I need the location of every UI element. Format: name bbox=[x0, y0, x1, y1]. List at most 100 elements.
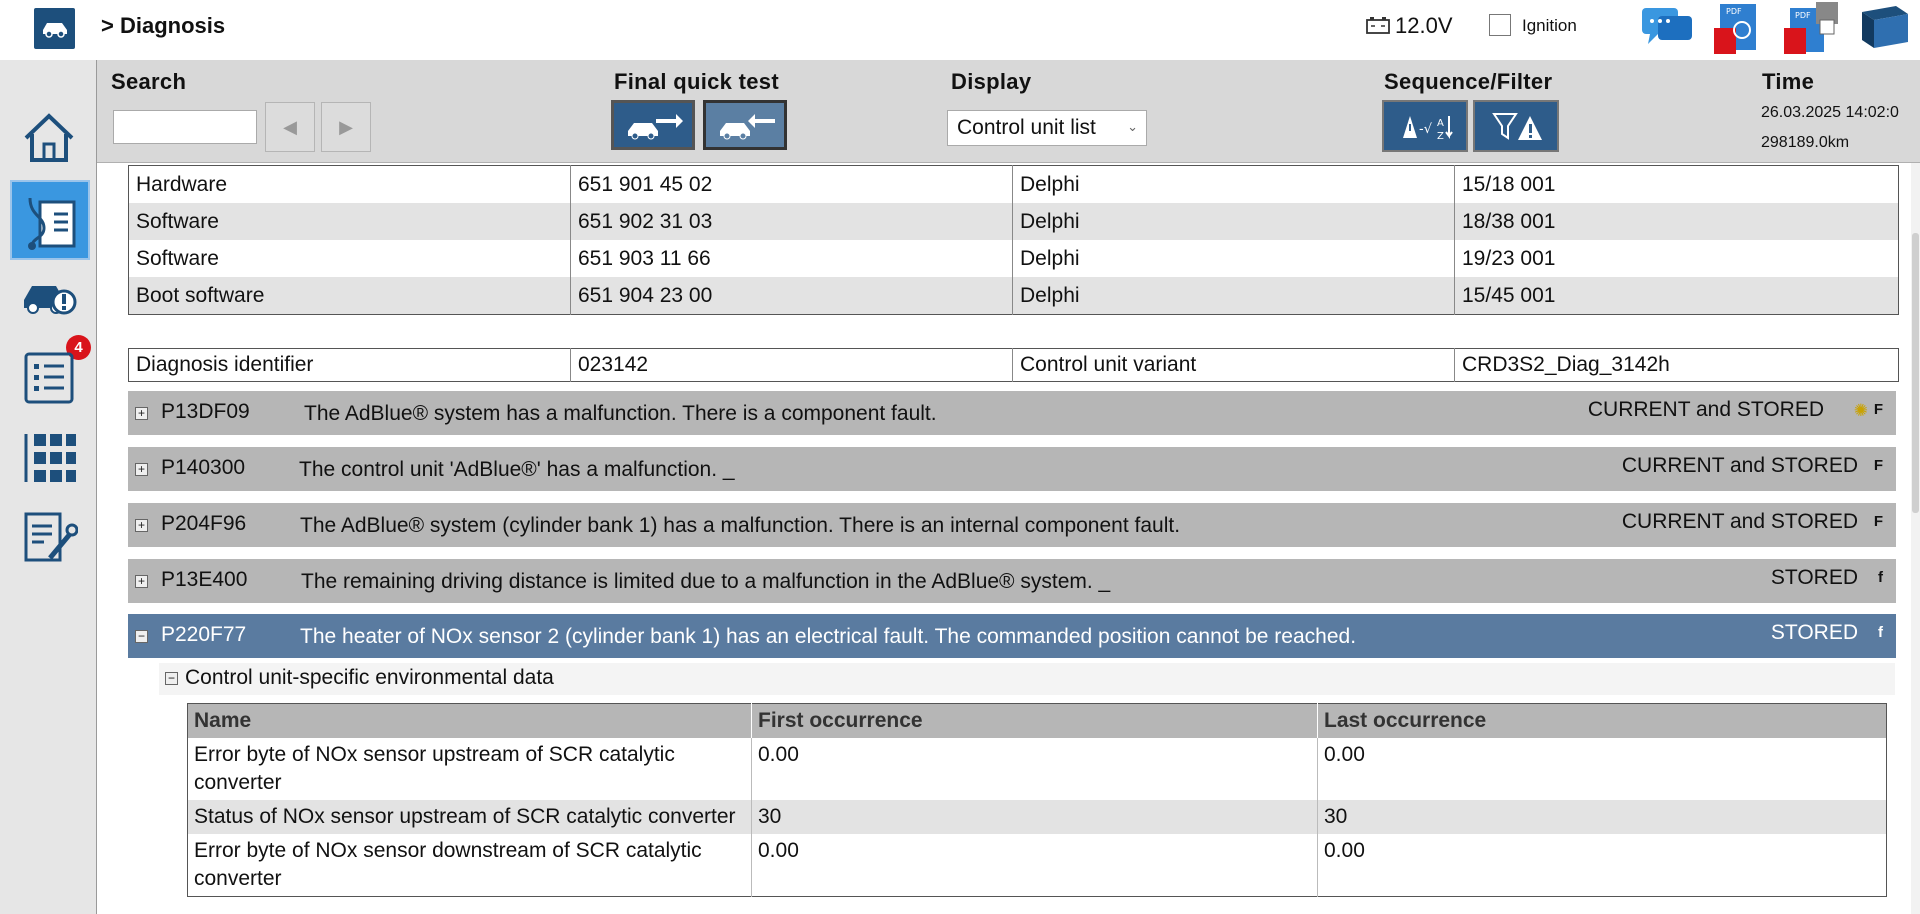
expand-icon[interactable]: + bbox=[135, 575, 148, 588]
table-row[interactable]: Hardware 651 901 45 02 Delphi 15/18 001 bbox=[129, 165, 1899, 203]
expand-icon[interactable]: + bbox=[135, 519, 148, 532]
fault-text: The AdBlue® system has a malfunction. Th… bbox=[304, 402, 937, 425]
table-row[interactable]: Status of NOx sensor upstream of SCR cat… bbox=[187, 800, 1887, 834]
supplier-cell: Delphi bbox=[1012, 277, 1455, 315]
table-row[interactable]: Error byte of NOx sensor upstream of SCR… bbox=[188, 738, 1887, 800]
sort-button[interactable]: -√ A Z bbox=[1382, 100, 1468, 152]
fault-row[interactable]: + P204F96 The AdBlue® system (cylinder b… bbox=[128, 503, 1896, 547]
fault-flag: F bbox=[1873, 457, 1883, 474]
diagnosis-identifier-label: Diagnosis identifier bbox=[136, 353, 314, 376]
number-cell: 651 901 45 02 bbox=[570, 165, 1013, 203]
fault-row[interactable]: + P13DF09 The AdBlue® system has a malfu… bbox=[128, 391, 1896, 435]
version-cell: 18/38 001 bbox=[1454, 203, 1899, 240]
sidebar-item-service[interactable] bbox=[10, 500, 90, 580]
fault-status: CURRENT and STORED bbox=[1621, 454, 1858, 477]
top-bar: > Diagnosis 12.0V Ignition PDF PDF bbox=[0, 0, 1920, 60]
control-unit-variant-value: CRD3S2_Diag_3142h bbox=[1454, 348, 1899, 382]
column-header-first-occurrence[interactable]: First occurrence bbox=[751, 703, 1318, 738]
pdf-print-icon[interactable]: PDF bbox=[1782, 2, 1840, 56]
ignition-label: Ignition bbox=[1522, 16, 1577, 35]
supplier-cell: Delphi bbox=[1012, 165, 1455, 203]
table-row[interactable]: Error byte of NOx sensor downstream of S… bbox=[188, 834, 1887, 897]
table-row[interactable]: Boot software 651 904 23 00 Delphi 15/45… bbox=[128, 277, 1899, 315]
fault-text: The remaining driving distance is limite… bbox=[301, 570, 1111, 593]
previous-button[interactable]: ◀ bbox=[265, 102, 315, 152]
expand-icon[interactable]: + bbox=[135, 463, 148, 476]
sidebar-item-control-units[interactable] bbox=[10, 420, 90, 500]
diagnosis-info-table: Diagnosis identifier 023142 Control unit… bbox=[128, 348, 1899, 382]
table-row[interactable]: Software 651 903 11 66 Delphi 19/23 001 bbox=[129, 240, 1899, 277]
sidebar-item-list[interactable] bbox=[10, 340, 90, 420]
name-cell: Error byte of NOx sensor upstream of SCR… bbox=[194, 743, 675, 794]
chat-icon[interactable] bbox=[1640, 2, 1696, 52]
fault-code: P13DF09 bbox=[161, 400, 250, 423]
battery-icon bbox=[1366, 17, 1390, 34]
version-cell: 15/45 001 bbox=[1454, 277, 1899, 315]
car-arrow-right-icon bbox=[628, 114, 683, 140]
time-label: Time bbox=[1762, 69, 1815, 94]
table-row[interactable]: Software 651 902 31 03 Delphi 18/38 001 bbox=[128, 203, 1899, 240]
pdf-history-icon[interactable]: PDF bbox=[1712, 2, 1764, 56]
number-cell: 651 903 11 66 bbox=[570, 240, 1013, 277]
environment-data-header[interactable]: − Control unit-specific environmental da… bbox=[159, 663, 1895, 695]
manual-book-icon[interactable] bbox=[1856, 2, 1912, 52]
type-cell: Boot software bbox=[128, 277, 571, 315]
fault-status: CURRENT and STORED bbox=[1587, 398, 1824, 421]
filter-button[interactable] bbox=[1473, 100, 1559, 152]
first-occurrence-cell: 30 bbox=[751, 800, 1318, 834]
name-cell: Error byte of NOx sensor downstream of S… bbox=[194, 839, 702, 890]
type-cell: Hardware bbox=[136, 172, 228, 196]
control-unit-variant-label: Control unit variant bbox=[1012, 348, 1455, 382]
car-arrow-left-icon bbox=[720, 114, 775, 140]
quick-test-receive-button[interactable] bbox=[703, 100, 787, 150]
filter-warning-icon bbox=[1492, 113, 1542, 140]
time-value: 26.03.2025 14:02:0 bbox=[1761, 104, 1899, 121]
toolbar: Search ◀ ▶ Final quick test Display Cont… bbox=[97, 60, 1920, 163]
chevron-down-icon: ⌄ bbox=[1127, 119, 1138, 134]
display-select[interactable]: Control unit list ⌄ bbox=[947, 110, 1147, 146]
collapse-icon[interactable]: − bbox=[135, 630, 148, 643]
table-header-row: Name First occurrence Last occurrence bbox=[187, 703, 1887, 738]
last-occurrence-cell: 0.00 bbox=[1317, 738, 1887, 800]
column-header-last-occurrence[interactable]: Last occurrence bbox=[1317, 703, 1887, 738]
next-button[interactable]: ▶ bbox=[321, 102, 371, 152]
number-cell: 651 902 31 03 bbox=[570, 203, 1013, 240]
expand-icon[interactable]: + bbox=[135, 407, 148, 420]
quick-test-send-button[interactable] bbox=[611, 100, 695, 150]
svg-text:PDF: PDF bbox=[1795, 11, 1811, 20]
scrollbar-thumb[interactable] bbox=[1912, 233, 1919, 513]
vertical-scrollbar[interactable] bbox=[1911, 163, 1920, 914]
environment-data-label: Control unit-specific environmental data bbox=[185, 666, 554, 689]
fault-row-selected[interactable]: − P220F77 The heater of NOx sensor 2 (cy… bbox=[128, 614, 1896, 658]
control-units-icon bbox=[24, 434, 76, 482]
voltage-readout: 12.0V bbox=[1395, 13, 1453, 38]
fault-flag: f bbox=[1878, 569, 1883, 586]
last-occurrence-cell: 30 bbox=[1317, 800, 1887, 834]
fault-text: The AdBlue® system (cylinder bank 1) has… bbox=[300, 514, 1181, 537]
column-header-name[interactable]: Name bbox=[187, 703, 752, 738]
last-occurrence-cell: 0.00 bbox=[1317, 834, 1887, 897]
page-title: > Diagnosis bbox=[101, 13, 226, 38]
fault-row[interactable]: + P13E400 The remaining driving distance… bbox=[128, 559, 1896, 603]
sidebar-item-diagnosis[interactable] bbox=[10, 180, 90, 260]
search-input[interactable] bbox=[113, 110, 257, 144]
type-cell: Software bbox=[128, 203, 571, 240]
sidebar-item-home[interactable] bbox=[10, 100, 90, 180]
diagnosis-identifier-value: 023142 bbox=[570, 348, 1013, 382]
final-quick-test-label: Final quick test bbox=[614, 69, 779, 94]
vehicle-logo-icon[interactable] bbox=[34, 8, 75, 49]
sidebar-item-vehicle-warnings[interactable] bbox=[10, 260, 90, 340]
software-version-table: Hardware 651 901 45 02 Delphi 15/18 001 … bbox=[128, 165, 1899, 315]
first-occurrence-cell: 0.00 bbox=[751, 834, 1318, 897]
diagnosis-icon bbox=[28, 197, 76, 250]
ignition-checkbox[interactable] bbox=[1489, 14, 1511, 36]
collapse-icon[interactable]: − bbox=[165, 672, 178, 685]
supplier-cell: Delphi bbox=[1012, 203, 1455, 240]
name-cell: Status of NOx sensor upstream of SCR cat… bbox=[187, 800, 752, 834]
fault-code: P220F77 bbox=[161, 623, 247, 646]
fault-code: P13E400 bbox=[161, 568, 248, 591]
fault-row[interactable]: + P140300 The control unit 'AdBlue®' has… bbox=[128, 447, 1896, 491]
version-cell: 19/23 001 bbox=[1454, 240, 1899, 277]
service-tools-icon bbox=[24, 512, 78, 562]
type-cell: Software bbox=[136, 246, 219, 270]
